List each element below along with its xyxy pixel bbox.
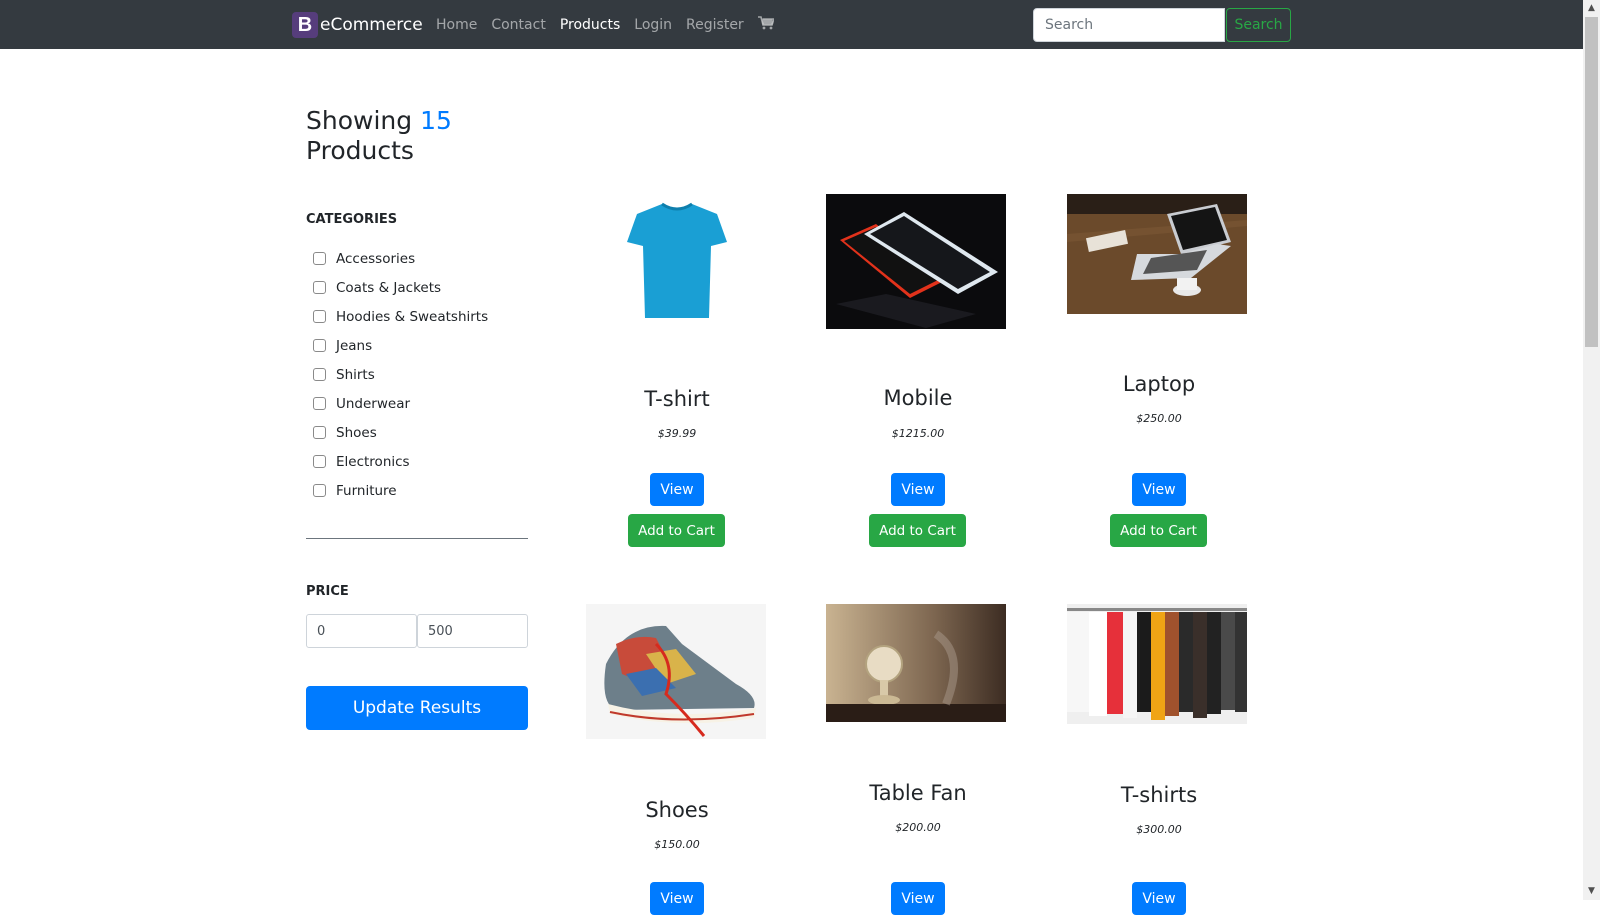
category-checkbox[interactable]	[313, 484, 326, 497]
product-card-t-shirts: T-shirts $300.00 View	[1059, 604, 1259, 915]
product-image-mobile[interactable]	[826, 194, 1006, 329]
product-image-tshirt[interactable]	[577, 190, 777, 330]
category-label: Hoodies & Sweatshirts	[336, 308, 489, 325]
category-label: Underwear	[336, 395, 411, 412]
category-coats-jackets[interactable]: Coats & Jackets	[313, 273, 488, 302]
brand-logo-icon: B	[292, 12, 318, 38]
product-price: $250.00	[1136, 412, 1182, 425]
category-checkbox[interactable]	[313, 368, 326, 381]
product-image-laptop[interactable]	[1067, 194, 1247, 314]
category-label: Jeans	[336, 337, 373, 354]
smartphone-image-icon	[826, 194, 1006, 329]
product-name: Table Fan	[869, 781, 967, 805]
product-price: $150.00	[654, 838, 700, 851]
product-name: Shoes	[645, 798, 709, 822]
nav-link-home[interactable]: Home	[436, 17, 477, 33]
category-label: Coats & Jackets	[336, 279, 442, 296]
category-hoodies-sweatshirts[interactable]: Hoodies & Sweatshirts	[313, 302, 488, 331]
view-button[interactable]: View	[1132, 473, 1186, 506]
category-label: Shirts	[336, 366, 375, 383]
category-checkbox[interactable]	[313, 426, 326, 439]
category-furniture[interactable]: Furniture	[313, 476, 488, 505]
product-name: T-shirts	[1120, 783, 1198, 807]
fan-image-icon	[826, 604, 1006, 722]
add-to-cart-button[interactable]: Add to Cart	[1110, 514, 1207, 547]
price-title: PRICE	[306, 584, 349, 599]
product-price: $39.99	[657, 427, 697, 440]
sidebar-divider	[306, 538, 528, 539]
product-card-laptop: Laptop $250.00 View Add to Cart	[1059, 190, 1259, 550]
category-checkbox[interactable]	[313, 252, 326, 265]
nav-link-register[interactable]: Register	[686, 17, 744, 33]
view-button[interactable]: View	[650, 473, 704, 506]
top-navbar: B eCommerce Home Contact Products Login …	[0, 0, 1584, 49]
view-button[interactable]: View	[1132, 882, 1186, 915]
category-checkbox[interactable]	[313, 310, 326, 323]
results-count: 15	[420, 106, 452, 135]
product-price: $200.00	[895, 821, 941, 834]
category-checkbox[interactable]	[313, 281, 326, 294]
sneaker-image-icon	[586, 604, 766, 739]
nav-links: Home Contact Products Login Register	[436, 16, 774, 34]
add-to-cart-button[interactable]: Add to Cart	[628, 514, 725, 547]
category-list: Accessories Coats & Jackets Hoodies & Sw…	[313, 244, 488, 505]
product-name: Mobile	[883, 386, 953, 410]
scrollbar-thumb[interactable]	[1585, 17, 1598, 347]
search-button[interactable]: Search	[1226, 8, 1291, 42]
price-min-input[interactable]	[306, 614, 417, 648]
showing-suffix: Products	[306, 136, 414, 165]
category-jeans[interactable]: Jeans	[313, 331, 488, 360]
page-scrollbar[interactable]: ▲ ▼	[1583, 0, 1600, 900]
product-image-shoes[interactable]	[586, 604, 766, 739]
product-image-t-shirts[interactable]	[1067, 604, 1247, 724]
product-name: Laptop	[1122, 372, 1196, 396]
brand-link[interactable]: B eCommerce	[292, 12, 423, 38]
product-card-shoes: Shoes $150.00 View	[577, 604, 777, 915]
view-button[interactable]: View	[650, 882, 704, 915]
category-label: Shoes	[336, 424, 377, 441]
results-heading: Showing 15 Products	[306, 106, 452, 166]
product-card-table-fan: Table Fan $200.00 View	[818, 604, 1018, 915]
brand-name: eCommerce	[320, 15, 423, 35]
nav-link-login[interactable]: Login	[634, 17, 672, 33]
scroll-up-arrow-icon[interactable]: ▲	[1583, 0, 1600, 17]
category-checkbox[interactable]	[313, 397, 326, 410]
category-checkbox[interactable]	[313, 339, 326, 352]
category-checkbox[interactable]	[313, 455, 326, 468]
view-button[interactable]: View	[891, 473, 945, 506]
product-image-table-fan[interactable]	[826, 604, 1006, 722]
category-label: Furniture	[336, 482, 397, 499]
showing-prefix: Showing	[306, 106, 413, 135]
category-electronics[interactable]: Electronics	[313, 447, 488, 476]
product-card-tshirt: T-shirt $39.99 View Add to Cart	[577, 190, 777, 550]
scroll-down-arrow-icon[interactable]: ▼	[1583, 883, 1600, 900]
category-underwear[interactable]: Underwear	[313, 389, 488, 418]
product-card-mobile: Mobile $1215.00 View Add to Cart	[818, 190, 1018, 550]
tshirt-image-icon	[577, 190, 777, 330]
nav-link-contact[interactable]: Contact	[491, 17, 545, 33]
price-max-input[interactable]	[417, 614, 528, 648]
category-label: Accessories	[336, 250, 416, 267]
search-input[interactable]	[1033, 8, 1225, 42]
product-name: T-shirt	[644, 387, 710, 411]
product-price: $300.00	[1136, 823, 1182, 836]
cart-link[interactable]	[757, 16, 774, 34]
add-to-cart-button[interactable]: Add to Cart	[869, 514, 966, 547]
nav-link-products[interactable]: Products	[560, 17, 620, 33]
clothing-rack-image-icon	[1067, 604, 1247, 724]
view-button[interactable]: View	[891, 882, 945, 915]
update-results-button[interactable]: Update Results	[306, 686, 528, 730]
category-label: Electronics	[336, 453, 410, 470]
cart-icon	[757, 16, 774, 30]
category-shirts[interactable]: Shirts	[313, 360, 488, 389]
categories-title: CATEGORIES	[306, 212, 398, 227]
product-price: $1215.00	[891, 427, 945, 440]
category-accessories[interactable]: Accessories	[313, 244, 488, 273]
laptop-image-icon	[1067, 194, 1247, 314]
category-shoes[interactable]: Shoes	[313, 418, 488, 447]
